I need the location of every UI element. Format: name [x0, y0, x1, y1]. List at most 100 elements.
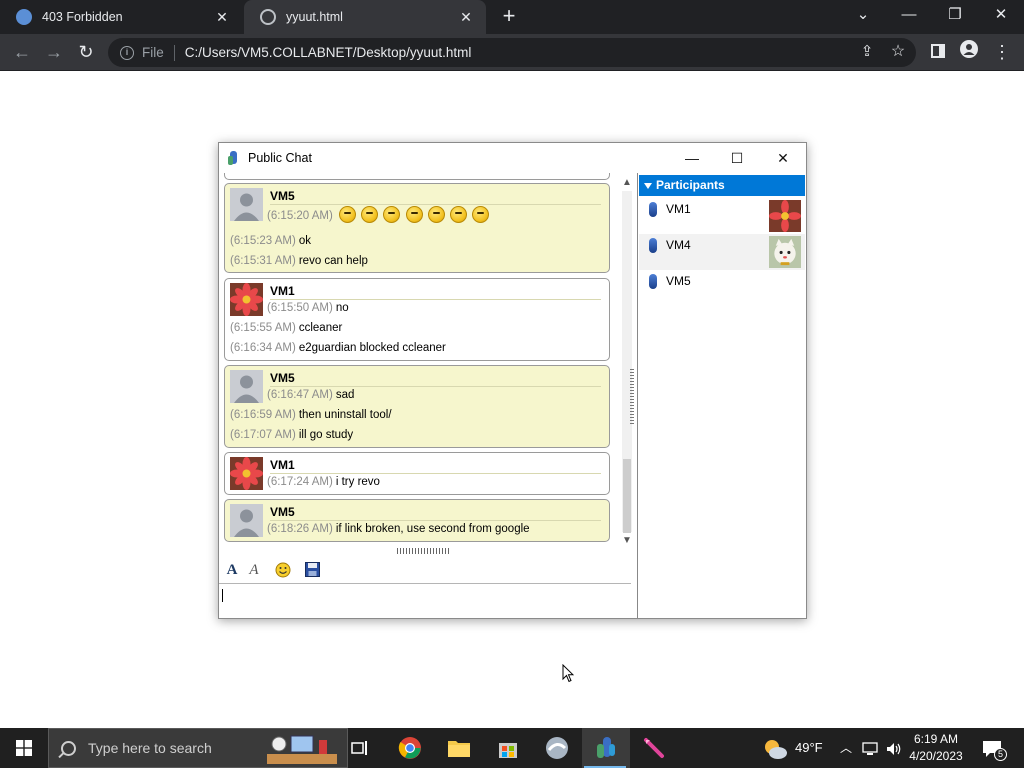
message-line: (6:16:34 AM) e2guardian blocked ccleaner: [230, 342, 446, 354]
pen-tool-app-icon[interactable]: [630, 728, 678, 768]
address-separator: [173, 44, 175, 61]
kebab-menu-icon[interactable]: ⋮: [990, 40, 1014, 64]
task-view-icon[interactable]: [336, 728, 384, 768]
info-icon[interactable]: i: [120, 45, 134, 60]
search-highlight-illustration-icon: [267, 735, 337, 764]
message-history[interactable]: VM5 (6:15:20 AM) (6:15:23 AM) ok (6:15:31…: [221, 173, 618, 550]
browser-tab-strip: 403 Forbidden ✕ yyuut.html ✕ + ⌄ — ❐ ✕: [0, 0, 1024, 34]
pane-splitter-horizontal[interactable]: [397, 548, 451, 554]
message-timestamp: (6:17:24 AM): [267, 476, 333, 488]
message-sender: VM1: [270, 458, 295, 472]
collapse-triangle-icon[interactable]: [644, 183, 652, 189]
sunglasses-emoji-icon: [450, 206, 468, 223]
message-block: VM5 (6:16:47 AM) sad (6:16:59 AM) then uni…: [224, 365, 610, 448]
new-tab-button[interactable]: +: [498, 5, 520, 28]
tab-close-icon[interactable]: ✕: [214, 9, 230, 26]
reload-icon[interactable]: ↻: [74, 40, 98, 64]
font-style-button[interactable]: A: [244, 560, 264, 580]
mouse-cursor-icon: [562, 664, 574, 683]
notification-count-badge: 5: [994, 748, 1007, 761]
emoticon-icon[interactable]: [273, 560, 293, 580]
tongue-emoji-icon: [383, 206, 401, 223]
default-avatar-icon: [230, 504, 263, 537]
message-line: (6:16:47 AM) sad: [267, 389, 354, 401]
surprised-emoji-icon: [361, 206, 379, 223]
message-text: then uninstall tool/: [298, 409, 392, 421]
tab-search-chevron-icon[interactable]: ⌄: [840, 0, 886, 34]
windows-start-icon[interactable]: [0, 728, 48, 768]
clock-date: 4/20/2023: [909, 749, 963, 763]
message-timestamp: (6:16:47 AM): [267, 389, 333, 401]
back-arrow-icon[interactable]: ←: [10, 40, 34, 64]
browser-restore-button[interactable]: ❐: [932, 0, 978, 34]
weather-temperature[interactable]: 49°F: [795, 728, 823, 768]
user-status-icon: [649, 238, 657, 253]
microsoft-store-icon[interactable]: [484, 728, 532, 768]
bookmark-star-icon[interactable]: ☆: [886, 40, 910, 64]
network-icon[interactable]: [862, 728, 878, 768]
tab-yyuut-html[interactable]: yyuut.html ✕: [244, 0, 486, 34]
side-panel-icon[interactable]: [926, 40, 950, 64]
search-placeholder: Type here to search: [88, 740, 212, 756]
tab-403-forbidden[interactable]: 403 Forbidden ✕: [0, 0, 242, 34]
browser-minimize-button[interactable]: —: [886, 0, 932, 34]
profile-avatar-icon[interactable]: [957, 40, 981, 64]
flower-avatar-icon: [230, 457, 263, 490]
message-block: VM1 (6:17:24 AM) i try revo: [224, 452, 610, 495]
steam-like-app-icon[interactable]: [533, 728, 581, 768]
message-input[interactable]: [219, 583, 631, 618]
message-block-partial: [224, 173, 610, 180]
message-line: (6:15:20 AM): [267, 206, 491, 223]
message-text: ill go study: [298, 429, 354, 441]
address-url[interactable]: C:/Users/VM5.COLLABNET/Desktop/yyuut.htm…: [185, 45, 472, 60]
message-line: (6:15:23 AM) ok: [230, 235, 311, 247]
share-icon[interactable]: ⇪: [855, 40, 879, 64]
message-line: (6:15:50 AM) no: [267, 302, 349, 314]
participant-name: VM5: [666, 274, 691, 288]
chat-minimize-button[interactable]: —: [677, 148, 707, 168]
chrome-taskbar-icon[interactable]: [386, 728, 434, 768]
volume-icon[interactable]: [886, 728, 902, 768]
taskbar-clock[interactable]: 6:19 AM 4/20/2023: [904, 731, 968, 765]
tab-close-icon[interactable]: ✕: [458, 9, 474, 26]
message-text: sad: [335, 389, 355, 401]
font-button[interactable]: A: [222, 560, 242, 580]
splitter-grip[interactable]: [630, 369, 634, 425]
message-timestamp: (6:15:20 AM): [267, 210, 333, 222]
weather-icon[interactable]: [762, 728, 788, 768]
chat-app-taskbar-icon[interactable]: [582, 728, 630, 768]
chat-maximize-button[interactable]: ☐: [722, 148, 752, 168]
browser-close-button[interactable]: ✕: [978, 0, 1024, 34]
message-timestamp: (6:15:31 AM): [230, 255, 296, 267]
message-text: ccleaner: [298, 322, 343, 334]
message-rule: [270, 204, 601, 205]
save-floppy-icon[interactable]: [302, 560, 322, 580]
participant-vm5[interactable]: VM5: [639, 270, 805, 306]
tray-chevron-up-icon[interactable]: ︿: [840, 728, 852, 768]
flower-avatar-icon: [230, 283, 263, 316]
message-text: i try revo: [335, 476, 380, 488]
participant-vm1[interactable]: VM1: [639, 198, 805, 234]
message-block: VM5 (6:15:20 AM) (6:15:23 AM) ok (6:15:31…: [224, 183, 610, 273]
message-text: ok: [298, 235, 311, 247]
user-status-icon: [649, 202, 657, 217]
address-scheme: File: [142, 45, 164, 60]
file-explorer-icon[interactable]: [435, 728, 483, 768]
message-block: VM5 (6:18:26 AM) if link broken, use seco…: [224, 499, 610, 542]
participant-vm4[interactable]: VM4: [639, 234, 805, 270]
message-timestamp: (6:16:34 AM): [230, 342, 296, 354]
chat-titlebar[interactable]: Public Chat — ☐ ✕: [219, 143, 806, 173]
chat-close-button[interactable]: ✕: [768, 148, 798, 168]
drool-emoji-icon: [405, 206, 423, 223]
address-bar[interactable]: i File C:/Users/VM5.COLLABNET/Desktop/yy…: [108, 38, 916, 67]
pane-splitter-vertical[interactable]: [630, 173, 636, 618]
windows-taskbar: Type here to search 49°F ︿ 6:19 AM 4/20/…: [0, 728, 1024, 768]
public-chat-window: Public Chat — ☐ ✕ VM5 (6:15:20 AM) (6:15…: [218, 142, 807, 619]
taskbar-search-box[interactable]: Type here to search: [48, 728, 348, 768]
smile-emoji-icon: [339, 206, 357, 223]
message-timestamp: (6:15:50 AM): [267, 302, 333, 314]
participants-header[interactable]: Participants: [639, 175, 805, 196]
message-rule: [270, 473, 601, 474]
message-rule: [270, 386, 601, 387]
forward-arrow-icon[interactable]: →: [42, 40, 66, 64]
